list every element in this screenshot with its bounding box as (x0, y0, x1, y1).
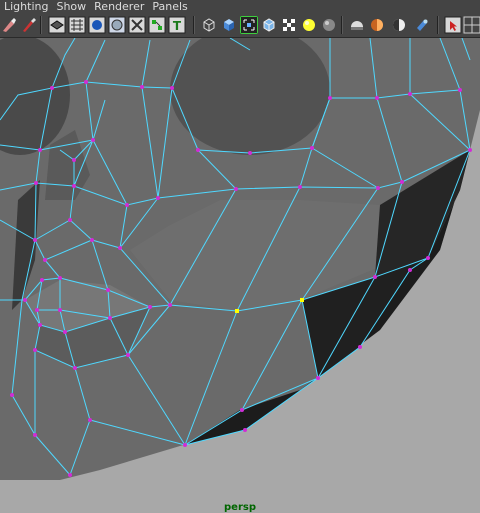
toolbar-separator (437, 16, 438, 34)
toolbar-separator (341, 16, 342, 34)
menu-show[interactable]: Show (52, 0, 90, 13)
brush-icon[interactable] (19, 16, 37, 34)
face-mesh-svg[interactable] (0, 38, 480, 480)
blue-cylinder-icon[interactable] (412, 16, 430, 34)
grid-icon[interactable] (68, 16, 86, 34)
camera-name-label: persp (224, 502, 256, 513)
xray-select-icon[interactable] (240, 16, 258, 34)
svg-text:T: T (173, 19, 182, 33)
checker-icon[interactable] (280, 16, 298, 34)
sphere-icon[interactable] (320, 16, 338, 34)
toolbar-separator (193, 16, 194, 34)
wire-cube-icon[interactable] (260, 16, 278, 34)
isolate-cube-icon[interactable] (200, 16, 218, 34)
grid-toggle-icon[interactable] (463, 16, 480, 34)
panel-menubar: Lighting Show Renderer Panels (0, 0, 480, 13)
half-shade-icon[interactable] (368, 16, 386, 34)
node-icon[interactable] (148, 16, 166, 34)
perspective-viewport[interactable]: persp (0, 38, 480, 513)
menu-panels[interactable]: Panels (148, 0, 191, 13)
checker-shade-icon[interactable] (128, 16, 146, 34)
capsule-icon[interactable] (348, 16, 366, 34)
flat-shade-icon[interactable] (108, 16, 126, 34)
toolbar-separator (40, 16, 41, 34)
menu-lighting[interactable]: Lighting (0, 0, 52, 13)
panel-toolbar: T (0, 13, 480, 38)
paint-select-icon[interactable] (0, 16, 18, 34)
wireframe-shaded-icon[interactable] (48, 16, 66, 34)
light-icon[interactable] (300, 16, 318, 34)
select-camera-icon[interactable] (444, 16, 462, 34)
shaded-cube-icon[interactable] (220, 16, 238, 34)
cylinder-icon[interactable] (390, 16, 408, 34)
texture-text-icon[interactable]: T (168, 16, 186, 34)
smooth-shade-icon[interactable] (88, 16, 106, 34)
menu-renderer[interactable]: Renderer (90, 0, 148, 13)
